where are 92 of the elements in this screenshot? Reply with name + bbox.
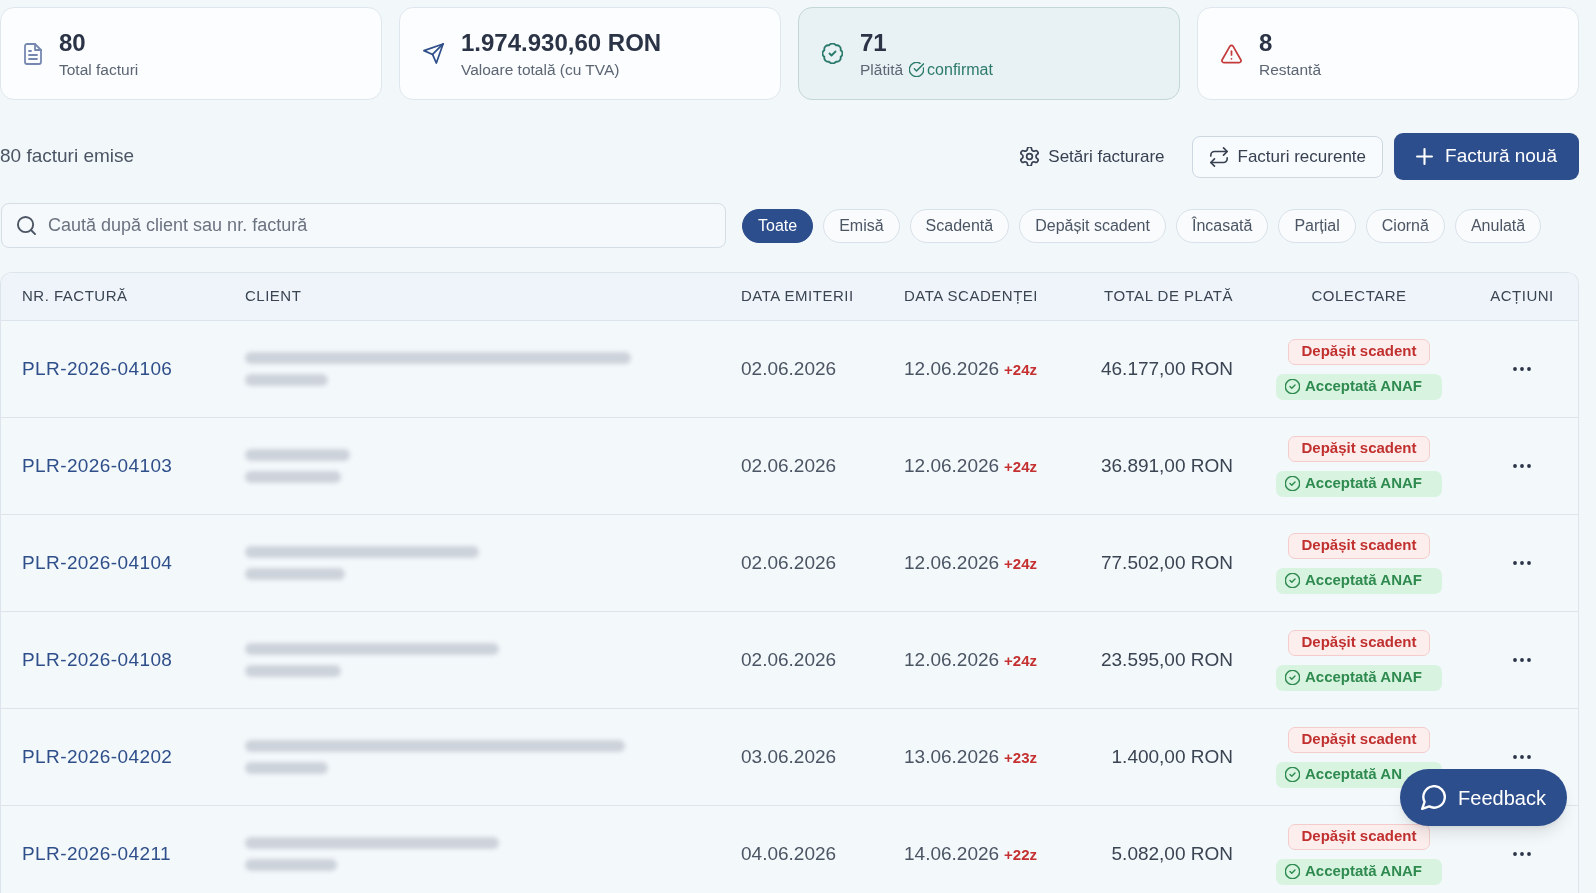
invoice-link[interactable]: PLR-2026-04106 [22,354,173,384]
column-header: TOTAL DE PLATĂ [1104,286,1233,307]
stat-card[interactable]: 1.974.930,60 RON Valoare totală (cu TVA) [399,7,781,100]
search-icon [17,216,36,235]
filter-chip[interactable]: Emisă [823,208,900,243]
due-date: 12.06.2026 [904,550,1000,575]
overdue-days: +24z [1004,358,1038,382]
filter-chip[interactable]: Încasată [1175,208,1269,243]
invoice-total: 77.502,00 RON [1100,550,1233,575]
column-header: ACȚIUNI [1490,286,1554,307]
invoice-total: 5.082,00 RON [1111,841,1233,866]
column-header: DATA SCADENȚEI [904,286,1038,307]
column-header: COLECTARE [1311,286,1407,307]
warning-icon [1221,43,1242,64]
ellipsis-icon [1513,561,1531,565]
settings-button[interactable]: Setări facturare [1012,135,1173,178]
due-date: 14.06.2026 [904,841,1000,866]
plus-icon [1416,148,1434,165]
overdue-status-tag: Depășit scadent [1288,435,1430,462]
filter-chip[interactable]: Toate [742,208,814,243]
check-circle-icon [909,62,925,77]
recurring-invoices-button[interactable]: Facturi recurente [1191,135,1384,178]
stat-card[interactable]: 80 Total facturi [0,7,382,100]
stat-value: 80 [59,27,86,58]
overdue-days: +24z [1004,649,1038,673]
overdue-days: +24z [1004,455,1038,479]
search-field[interactable]: Caută după client sau nr. factură [1,203,726,248]
paper-plane-icon [423,43,444,64]
stat-label: Total facturi [59,59,139,80]
overdue-status-tag: Depășit scadent [1288,823,1430,850]
invoice-total: 23.595,00 RON [1100,647,1233,672]
invoice-total: 1.400,00 RON [1111,744,1233,769]
overdue-status-tag: Depășit scadent [1288,629,1430,656]
anaf-status-text: Acceptată ANAF [1305,473,1422,494]
column-header: CLIENT [245,286,302,307]
repeat-arrows-icon [1208,146,1229,167]
stat-label: Plătită [860,59,904,80]
invoice-total: 36.891,00 RON [1100,453,1233,478]
anaf-status-text: Acceptată ANAF [1305,570,1422,591]
invoice-link[interactable]: PLR-2026-04108 [22,645,173,675]
issue-date: 02.06.2026 [741,550,837,575]
overdue-status-tag: Depășit scadent [1288,532,1430,559]
anaf-status-text: Acceptată ANAF [1305,861,1422,882]
settings-icon [1020,147,1040,166]
issue-date: 02.06.2026 [741,647,837,672]
invoice-total: 46.177,00 RON [1100,356,1233,381]
stat-value: 8 [1259,27,1273,58]
due-date: 12.06.2026 [904,647,1000,672]
ellipsis-icon [1513,658,1531,662]
column-header: NR. FACTURĂ [22,286,128,307]
stat-value: 1.974.930,60 RON [461,27,662,58]
stat-label: Restantă [1259,59,1322,80]
stat-value: 71 [860,27,887,58]
due-date: 13.06.2026 [904,744,1000,769]
invoice-link[interactable]: PLR-2026-04103 [22,451,173,481]
new-invoice-button[interactable]: Factură nouă [1394,133,1579,180]
feedback-button[interactable]: Feedback [1400,769,1567,826]
anaf-status-text: Acceptată AN [1305,764,1402,785]
ellipsis-icon [1513,464,1531,468]
badge-check-icon [822,43,843,64]
issue-date: 03.06.2026 [741,744,837,769]
issue-date: 04.06.2026 [741,841,837,866]
overdue-days: +24z [1004,552,1038,576]
anaf-status-text: Acceptată ANAF [1305,376,1422,397]
speech-bubble-icon [1421,785,1447,810]
overdue-days: +22z [1004,843,1038,867]
invoice-count: 80 facturi emise [0,144,135,169]
anaf-status-text: Acceptată ANAF [1305,667,1422,688]
ellipsis-icon [1513,755,1531,759]
invoice-link[interactable]: PLR-2026-04104 [22,548,173,578]
filter-chip[interactable]: Ciornă [1365,208,1445,243]
filter-chip[interactable]: Anulată [1454,208,1542,243]
due-date: 12.06.2026 [904,453,1000,478]
overdue-status-tag: Depășit scadent [1288,338,1430,365]
stat-card[interactable]: 71 Plătită confirmat [798,7,1180,100]
invoice-link[interactable]: PLR-2026-04202 [22,742,173,772]
issue-date: 02.06.2026 [741,453,837,478]
ellipsis-icon [1513,852,1531,856]
document-icon [24,42,42,65]
filter-chip[interactable]: Parțial [1278,208,1356,243]
stat-card[interactable]: 8 Restantă [1197,7,1579,100]
due-date: 12.06.2026 [904,356,1000,381]
overdue-status-tag: Depășit scadent [1288,726,1430,753]
ellipsis-icon [1513,367,1531,371]
filter-chip[interactable]: Depășit scadent [1019,208,1166,243]
overdue-days: +23z [1004,746,1038,770]
issue-date: 02.06.2026 [741,356,837,381]
column-header: DATA EMITERII [741,286,854,307]
stat-label: Valoare totală (cu TVA) [461,59,620,80]
filter-chip[interactable]: Scadentă [909,208,1010,243]
confirmed-note: confirmat [927,59,993,80]
invoice-link[interactable]: PLR-2026-04211 [22,839,171,869]
